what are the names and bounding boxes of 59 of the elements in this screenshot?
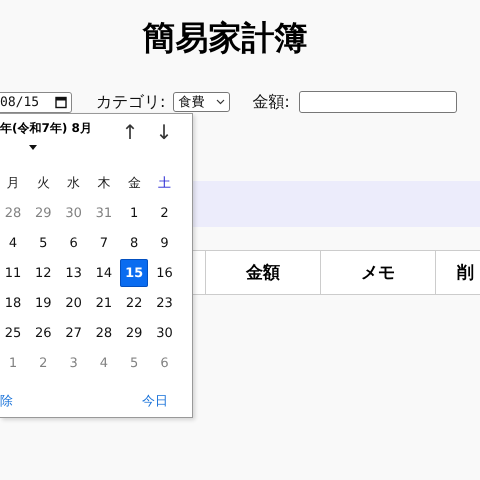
calendar-day[interactable]: 29 [120,319,148,347]
calendar-day[interactable]: 3 [60,349,88,377]
calendar-day[interactable]: 23 [150,289,178,317]
weekday-label: 金 [126,175,142,193]
weekday-label: 月 [6,175,21,193]
weekday-label: 木 [96,175,112,193]
calendar-day[interactable]: 18 [0,289,27,317]
calendar-icon [55,96,67,108]
amount-label: 金額: [252,92,290,112]
calendar-day[interactable]: 1 [0,349,27,377]
chevron-icon [216,99,226,105]
weekday-label: 水 [66,175,82,193]
caret-icon[interactable] [29,145,37,150]
today-link[interactable]: 今日 [142,392,168,410]
calendar-day[interactable]: 7 [90,229,118,257]
calendar-day[interactable]: 2 [150,199,178,227]
calendar-day[interactable]: 6 [60,229,88,257]
calendar-day[interactable]: 8 [120,229,148,257]
column-header: メモ [320,251,435,294]
calendar-day[interactable]: 27 [60,319,88,347]
calendar-day[interactable]: 11 [0,259,27,287]
next-month-button[interactable]: ↓ [152,120,176,144]
calendar-day[interactable]: 15 [120,259,148,287]
page-title: 簡易家計簿 [141,17,308,58]
month-label: 年(令和7年) 8月 [0,120,92,137]
calendar-day[interactable]: 30 [150,319,178,347]
calendar-day[interactable]: 25 [0,319,27,347]
column-header: 削 [435,251,480,294]
weekday-label: 土 [157,175,172,193]
calendar-day[interactable]: 1 [120,199,148,227]
calendar-day[interactable]: 14 [90,259,118,287]
calendar-day[interactable]: 28 [90,319,118,347]
calendar-day[interactable]: 30 [60,199,88,227]
calendar-day[interactable]: 31 [90,199,118,227]
calendar-day[interactable]: 4 [90,349,118,377]
calendar-day[interactable]: 5 [29,229,58,257]
previous-month-button[interactable]: ↑ [118,120,142,144]
calendar-day[interactable]: 26 [29,319,58,347]
calendar-day[interactable]: 19 [29,289,58,317]
calendar-day[interactable]: 12 [29,259,58,287]
category-label: カテゴリ: [96,92,166,112]
amount-input[interactable] [298,91,457,113]
calendar-day[interactable]: 21 [90,289,118,317]
calendar-day[interactable]: 2 [29,349,58,377]
calendar-day[interactable]: 5 [120,349,148,377]
category-select[interactable]: 食費 [173,92,230,112]
calendar-day[interactable]: 13 [60,259,88,287]
calendar-day[interactable]: 4 [0,229,27,257]
clear-link[interactable]: 除 [0,392,13,410]
calendar-day[interactable]: 20 [60,289,88,317]
calendar-day[interactable]: 9 [150,229,178,257]
calendar-day[interactable]: 6 [150,349,178,377]
calendar-day[interactable]: 16 [150,259,178,287]
date-field[interactable]: 08/15 [0,92,72,112]
weekday-label: 火 [36,175,51,193]
calendar-day[interactable]: 29 [29,199,58,227]
calendar-day[interactable]: 22 [120,289,148,317]
column-header: 金額 [205,251,320,294]
calendar-day[interactable]: 28 [0,199,27,227]
